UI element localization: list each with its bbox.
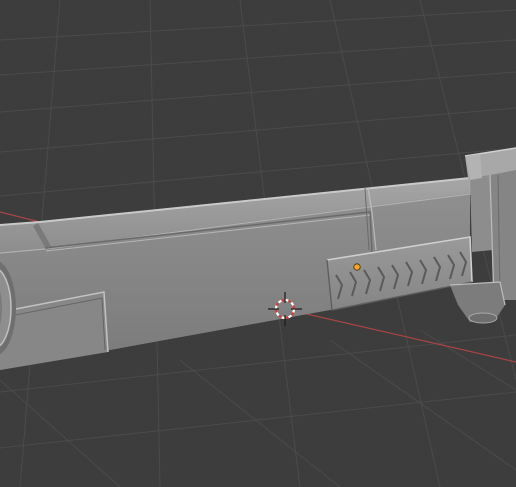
3d-viewport[interactable] [0, 0, 516, 487]
object-origin-dot-icon[interactable] [353, 263, 361, 271]
viewport-scene[interactable] [0, 0, 516, 487]
barrel-mesh[interactable] [0, 147, 516, 370]
